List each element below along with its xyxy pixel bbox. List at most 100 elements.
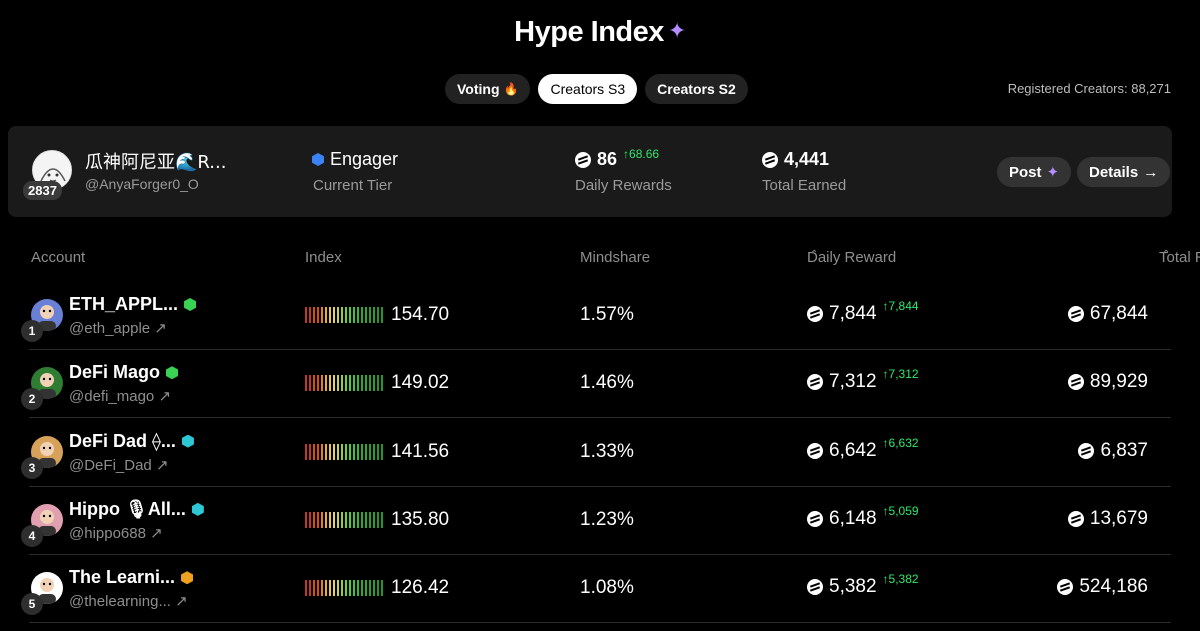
table-row[interactable]: 2 DeFi Mago @defi_mago ↗ 149.02 1.46% 7,…: [21, 350, 1171, 419]
account-name[interactable]: ETH_APPL...: [69, 294, 197, 315]
index-bar-segment: [333, 511, 335, 528]
index-bar-segment: [357, 307, 359, 323]
index-value: 135.80: [391, 508, 450, 530]
index-bar-segment: [361, 307, 363, 323]
daily-reward-delta: ↑5,059: [882, 503, 919, 518]
external-link-icon[interactable]: ↗: [154, 320, 167, 337]
index-value: 149.02: [391, 372, 450, 394]
index-bar-segment: [377, 307, 379, 323]
index-bar-segment: [365, 307, 367, 323]
rank-badge: 4: [21, 524, 43, 547]
fire-icon: 🔥: [503, 82, 519, 96]
index-bar-segment: [353, 580, 355, 597]
account-handle[interactable]: @eth_apple ↗: [69, 319, 167, 337]
index-bar-segment: [305, 511, 307, 528]
daily-rewards-value: 86 ↑68.66: [575, 147, 659, 170]
index-bar-segment: [349, 443, 351, 460]
index-bar-segment: [349, 375, 351, 392]
total-earned-label: Total Earned: [762, 177, 847, 194]
daily-reward: 5,382 ↑5,382: [807, 572, 919, 598]
index-bar-segment: [337, 375, 339, 392]
index-bar-segment: [365, 580, 367, 597]
index-bar-segment: [313, 375, 315, 392]
token-icon: [1078, 442, 1095, 459]
details-button[interactable]: Details →: [1077, 157, 1171, 187]
rank-badge: 2: [21, 388, 43, 411]
rank-badge: 5: [21, 593, 43, 616]
index-bar-segment: [321, 511, 323, 528]
sort-icon[interactable]: ⌃: [810, 249, 818, 260]
index-bar-segment: [325, 580, 327, 597]
index-bar-segment: [349, 580, 351, 597]
token-icon: [807, 306, 823, 322]
index-bar-segment: [369, 511, 371, 528]
account-handle[interactable]: @hippo688 ↗: [69, 524, 163, 542]
index-bar-segment: [329, 580, 331, 597]
index-bar-segment: [309, 375, 311, 392]
index-bar-segment: [381, 375, 383, 392]
index-bar-segment: [325, 443, 327, 460]
rank-badge: 3: [21, 456, 43, 479]
index-bar-segment: [365, 443, 367, 460]
index-bar-segment: [373, 511, 375, 528]
token-icon: [1067, 510, 1084, 527]
account-name[interactable]: DeFi Dad ⟠...: [69, 431, 194, 452]
index-bar-segment: [381, 511, 383, 528]
tier-name: Engager: [312, 149, 398, 170]
page-title: Hype Index ✦: [514, 16, 686, 48]
index-bar-segment: [341, 443, 343, 460]
account-name[interactable]: Hippo 🎙All...: [69, 499, 204, 520]
index-bar-segment: [305, 443, 307, 460]
external-link-icon[interactable]: ↗: [158, 388, 171, 405]
index-bar-segment: [305, 375, 307, 392]
token-icon: [807, 374, 823, 391]
index-bar-segment: [373, 375, 375, 392]
account-name[interactable]: DeFi Mago: [69, 362, 179, 383]
token-icon: [807, 510, 823, 527]
index-bar-segment: [329, 511, 331, 528]
external-link-icon[interactable]: ↗: [175, 593, 188, 610]
tab-creators-s3[interactable]: Creators S3: [538, 74, 638, 104]
index-bar-segment: [317, 443, 319, 460]
table-row[interactable]: 5 The Learni... @thelearning... ↗ 126.42…: [21, 555, 1171, 624]
index-bar-segment: [349, 511, 351, 528]
table-row[interactable]: 1 ETH_APPL... @eth_apple ↗ 154.70 1.57% …: [21, 282, 1171, 350]
token-icon: [762, 151, 778, 168]
my-rank-badge: 2837: [23, 181, 62, 200]
total-earned-value: 4,441: [762, 149, 829, 170]
index-bar-segment: [369, 443, 371, 460]
account-handle[interactable]: @DeFi_Dad ↗: [69, 456, 169, 474]
external-link-icon[interactable]: ↗: [150, 525, 163, 542]
index-bar-segment: [369, 307, 371, 323]
index-bar-segment: [325, 511, 327, 528]
daily-reward: 6,148 ↑5,059: [807, 504, 919, 530]
tab-voting[interactable]: Voting 🔥: [445, 74, 531, 104]
index-bar-segment: [321, 307, 323, 323]
column-mindshare: Mindshare: [580, 249, 651, 266]
account-handle[interactable]: @defi_mago ↗: [69, 387, 171, 405]
index-bar-segment: [329, 443, 331, 460]
account-handle[interactable]: @thelearning... ↗: [69, 592, 188, 610]
index-bar-segment: [369, 375, 371, 392]
index-bar-segment: [329, 307, 331, 323]
post-button[interactable]: Post ✦: [997, 157, 1072, 187]
index-bar-segment: [377, 375, 379, 392]
index-bar-segment: [345, 307, 347, 323]
table-row[interactable]: 4 Hippo 🎙All... @hippo688 ↗ 135.80 1.23%…: [21, 487, 1171, 555]
index-bar-segment: [313, 511, 315, 528]
column-index: Index: [305, 249, 342, 266]
index-bar-segment: [361, 511, 363, 528]
tier-badge-icon: [191, 502, 204, 516]
sparkle-icon: ✦: [1046, 164, 1060, 181]
index-bar-segment: [365, 375, 367, 392]
sort-icon[interactable]: ⌃: [1162, 249, 1170, 260]
total-reward: 67,844: [1067, 303, 1148, 325]
table-row[interactable]: 3 DeFi Dad ⟠... @DeFi_Dad ↗ 141.56 1.33%…: [21, 419, 1171, 487]
external-link-icon[interactable]: ↗: [156, 457, 169, 474]
account-name[interactable]: The Learni...: [69, 567, 194, 588]
my-stats-card: 2837 瓜神阿尼亚🌊R... @AnyaForger0_O Engager C…: [8, 126, 1172, 217]
tab-creators-s2[interactable]: Creators S2: [645, 74, 748, 104]
mindshare-value: 1.33%: [580, 440, 634, 462]
tier-badge-icon: [166, 366, 179, 380]
index-bar-segment: [377, 580, 379, 597]
